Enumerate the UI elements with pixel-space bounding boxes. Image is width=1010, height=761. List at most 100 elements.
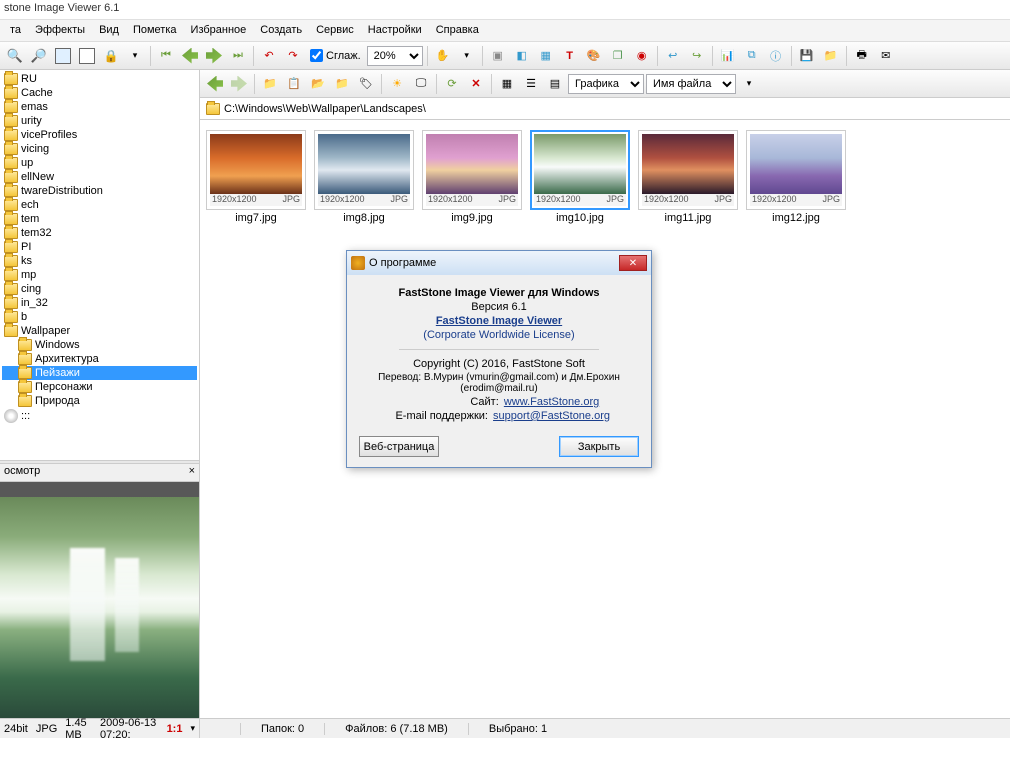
rotate-right-icon[interactable]: ↷ [282, 45, 304, 67]
back-icon[interactable] [204, 73, 226, 95]
thumbnail[interactable]: 1920x1200JPGimg10.jpg [530, 130, 630, 224]
new-folder-icon[interactable]: 📁 [259, 73, 281, 95]
view-list-icon[interactable]: ☰ [520, 73, 542, 95]
tree-item[interactable]: Пейзажи [2, 366, 197, 380]
tag-icon[interactable]: 🏷 [355, 73, 377, 95]
tree-item[interactable]: Природа [2, 394, 197, 408]
forward-icon[interactable] [228, 73, 250, 95]
text-icon[interactable]: T [559, 45, 581, 67]
slideshow-icon[interactable]: ☀ [386, 73, 408, 95]
path-bar[interactable]: C:\Windows\Web\Wallpaper\Landscapes\ [200, 98, 1010, 120]
color-adjust-icon[interactable]: 🎨 [583, 45, 605, 67]
sort-dir-icon[interactable]: ▾ [738, 73, 760, 95]
tree-item[interactable]: viceProfiles [2, 128, 197, 142]
next-icon[interactable] [203, 45, 225, 67]
view-thumbs-icon[interactable]: ▦ [496, 73, 518, 95]
webpage-button[interactable]: Веб-страница [359, 436, 439, 457]
tree-item[interactable]: tem32 [2, 226, 197, 240]
tree-item[interactable]: twareDistribution [2, 184, 197, 198]
close-button[interactable]: ✕ [619, 255, 647, 271]
menu-item[interactable]: та [4, 22, 27, 39]
tree-item[interactable]: Персонажи [2, 380, 197, 394]
style-combo[interactable]: Графика [568, 74, 644, 94]
folder-tree[interactable]: RUCacheemasurityviceProfilesvicingupellN… [0, 70, 199, 460]
copy-to-icon[interactable]: 📋 [283, 73, 305, 95]
refresh-icon[interactable]: ⟳ [441, 73, 463, 95]
redeye-icon[interactable]: ◉ [631, 45, 653, 67]
sort-combo[interactable]: Имя файла [646, 74, 736, 94]
tree-item[interactable]: ech [2, 198, 197, 212]
preview-close-icon[interactable]: × [189, 465, 195, 480]
site-link[interactable]: www.FastStone.org [504, 396, 599, 408]
thumbnail[interactable]: 1920x1200JPGimg9.jpg [422, 130, 522, 224]
email-link[interactable]: support@FastStone.org [493, 410, 610, 422]
tree-item[interactable]: Windows [2, 338, 197, 352]
menu-item[interactable]: Вид [93, 22, 125, 39]
histogram-icon[interactable]: 📊 [717, 45, 739, 67]
tree-item[interactable]: ellNew [2, 170, 197, 184]
menu-item[interactable]: Избранное [185, 22, 253, 39]
saveas-icon[interactable]: 📁 [820, 45, 842, 67]
redo-icon[interactable]: ↪ [686, 45, 708, 67]
crop-icon[interactable]: ▣ [487, 45, 509, 67]
close-dialog-button[interactable]: Закрыть [559, 436, 639, 457]
tree-item[interactable]: RU [2, 72, 197, 86]
hand-tool-icon[interactable]: ✋ [432, 45, 454, 67]
thumbnail[interactable]: 1920x1200JPGimg7.jpg [206, 130, 306, 224]
thumbnail[interactable]: 1920x1200JPGimg11.jpg [638, 130, 738, 224]
prev-icon[interactable] [179, 45, 201, 67]
zoom-out-icon[interactable]: 🔎 [28, 45, 50, 67]
tree-item[interactable]: b [2, 310, 197, 324]
canvas-icon[interactable]: ▦ [535, 45, 557, 67]
menu-item[interactable]: Создать [254, 22, 308, 39]
tree-item[interactable]: urity [2, 114, 197, 128]
compare-icon[interactable]: ⧉ [741, 45, 763, 67]
menu-item[interactable]: Справка [430, 22, 485, 39]
undo-icon[interactable]: ↩ [662, 45, 684, 67]
tree-item[interactable]: Wallpaper [2, 324, 197, 338]
actual-size-icon[interactable] [76, 45, 98, 67]
tree-item[interactable]: vicing [2, 142, 197, 156]
tree-item[interactable]: Архитектура [2, 352, 197, 366]
delete-icon[interactable]: ✕ [465, 73, 487, 95]
zoom-in-icon[interactable]: 🔍 [4, 45, 26, 67]
tree-item[interactable]: cing [2, 282, 197, 296]
first-icon[interactable]: ⏮ [155, 45, 177, 67]
print-icon[interactable]: 🖶 [851, 45, 873, 67]
fit-icon[interactable] [52, 45, 74, 67]
zoom-combo[interactable]: 20% [367, 46, 423, 66]
tree-item[interactable]: Cache [2, 86, 197, 100]
tree-item[interactable]: PI [2, 240, 197, 254]
ratio-dropdown-icon[interactable]: ▾ [190, 723, 195, 734]
menu-item[interactable]: Настройки [362, 22, 428, 39]
smooth-checkbox[interactable]: Сглаж. [310, 49, 361, 62]
save-icon[interactable]: 💾 [796, 45, 818, 67]
clone-icon[interactable]: ❐ [607, 45, 629, 67]
resize-icon[interactable]: ◧ [511, 45, 533, 67]
view-details-icon[interactable]: ▤ [544, 73, 566, 95]
dialog-titlebar[interactable]: О программе ✕ [347, 251, 651, 275]
smooth-dropdown-icon[interactable]: ▾ [124, 45, 146, 67]
thumbnail[interactable]: 1920x1200JPGimg12.jpg [746, 130, 846, 224]
email-icon[interactable]: ✉ [875, 45, 897, 67]
fullscreen-icon[interactable]: 🖵 [410, 73, 432, 95]
tree-item[interactable]: in_32 [2, 296, 197, 310]
tree-item[interactable]: emas [2, 100, 197, 114]
tree-item[interactable]: ::: [2, 408, 197, 424]
menu-item[interactable]: Пометка [127, 22, 183, 39]
tree-item[interactable]: ks [2, 254, 197, 268]
info-icon[interactable]: ⓘ [765, 45, 787, 67]
menu-item[interactable]: Эффекты [29, 22, 91, 39]
tree-item[interactable]: tem [2, 212, 197, 226]
tool-dropdown-icon[interactable]: ▾ [456, 45, 478, 67]
thumbnail[interactable]: 1920x1200JPGimg8.jpg [314, 130, 414, 224]
tree-item[interactable]: mp [2, 268, 197, 282]
move-to-icon[interactable]: 📂 [307, 73, 329, 95]
tree-item[interactable]: up [2, 156, 197, 170]
last-icon[interactable]: ⏭ [227, 45, 249, 67]
menu-item[interactable]: Сервис [310, 22, 360, 39]
favorites-icon[interactable]: 📁 [331, 73, 353, 95]
zoom-lock-icon[interactable]: 🔒 [100, 45, 122, 67]
about-product-link[interactable]: FastStone Image Viewer [436, 315, 562, 327]
preview-pane[interactable] [0, 482, 199, 718]
